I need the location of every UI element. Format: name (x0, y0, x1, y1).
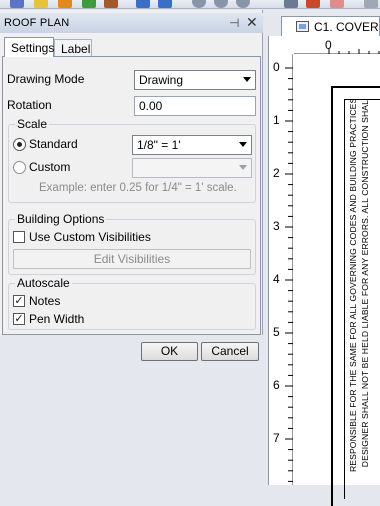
custom-label: Custom (29, 160, 71, 174)
zoom-out-icon[interactable] (236, 0, 250, 8)
cancel-button[interactable]: Cancel (201, 342, 259, 361)
pin-icon[interactable]: ⊣ (229, 16, 239, 30)
eraser-icon[interactable] (330, 0, 344, 8)
building-options-title: Building Options (15, 212, 107, 226)
standard-radio[interactable] (13, 138, 26, 151)
standard-scale-value: 1/8" = 1' (137, 138, 181, 152)
ruler-h-ticks (328, 48, 380, 54)
horizontal-ruler: 0 (294, 36, 380, 54)
save-icon[interactable] (10, 0, 24, 8)
ruler-v-ticks (285, 67, 293, 482)
drawing-mode-select[interactable]: Drawing (134, 70, 256, 90)
pan-icon[interactable] (284, 0, 298, 8)
edit-visibilities-button[interactable]: Edit Visibilities (13, 249, 251, 269)
scale-group-title: Scale (15, 117, 50, 131)
drawing-mode-value: Drawing (139, 73, 184, 87)
tab-cover-sheet[interactable]: C1. COVER SH (281, 16, 380, 36)
notes-checkbox[interactable]: ✓ (13, 295, 25, 307)
note-line: RESPONSIBLE FOR THE SAME FOR ALL GOVERNI… (348, 100, 358, 472)
scale-hint: Example: enter 0.25 for 1/4" = 1' scale. (39, 182, 237, 194)
tab-cover-sheet-label: C1. COVER SH (314, 20, 380, 34)
custom-scale-select[interactable] (132, 158, 252, 178)
building-options-group: Building Options Use Custom Visibilities… (8, 212, 256, 275)
more-icon[interactable] (364, 0, 378, 8)
settings-tab-body: Drawing Mode Drawing Rotation 0.00 Scale… (2, 56, 261, 335)
general-notes-text: RESPONSIBLE FOR THE SAME FOR ALL GOVERNI… (347, 100, 377, 472)
standard-label: Standard (29, 137, 78, 151)
standard-scale-select[interactable]: 1/8" = 1' (132, 135, 252, 155)
note-line: DESIGNER SHALL NOT BE HELD LIABLE FOR AN… (360, 100, 370, 468)
chevron-down-icon (239, 142, 247, 147)
rotation-label: Rotation (7, 98, 52, 112)
ok-button[interactable]: OK (141, 342, 198, 361)
autoscale-title: Autoscale (15, 276, 72, 290)
pen-width-label: Pen Width (29, 312, 85, 326)
pen-width-checkbox[interactable]: ✓ (13, 313, 25, 325)
general-notes-area: RESPONSIBLE FOR THE SAME FOR ALL GOVERNI… (345, 100, 380, 485)
use-custom-visibilities-label: Use Custom Visibilities (29, 230, 151, 244)
tab-settings[interactable]: Settings (4, 37, 54, 57)
panel-title: ROOF PLAN (4, 17, 70, 29)
layout-page-icon (296, 21, 309, 32)
chevron-down-icon (239, 165, 247, 170)
notes-label: Notes (29, 294, 61, 308)
zoom-icon[interactable] (192, 0, 206, 8)
scale-group: Scale Standard 1/8" = 1' Custom Example:… (8, 117, 256, 203)
warning-icon[interactable] (58, 0, 72, 8)
roof-plan-panel: ROOF PLAN ⊣ ✕ Settings Label Drawing Mod… (0, 10, 263, 361)
close-icon[interactable]: ✕ (246, 14, 258, 31)
redo-icon[interactable] (158, 0, 172, 8)
tool-icon[interactable] (306, 0, 320, 8)
zoom-in-icon[interactable] (214, 0, 228, 8)
autoscale-group: Autoscale ✓ Notes ✓ Pen Width (8, 276, 256, 330)
vertical-ruler: 0 1 2 3 4 5 6 7 (269, 54, 293, 485)
panel-title-bar: ROOF PLAN ⊣ ✕ (0, 13, 263, 33)
rotation-input[interactable]: 0.00 (134, 96, 256, 116)
custom-radio[interactable] (13, 161, 26, 174)
pencil-icon[interactable] (104, 0, 118, 8)
tree-icon[interactable] (82, 0, 96, 8)
use-custom-visibilities-checkbox[interactable] (13, 231, 25, 243)
drawing-mode-label: Drawing Mode (7, 72, 85, 86)
chevron-down-icon (243, 77, 251, 82)
main-toolbar (0, 0, 380, 9)
undo-icon[interactable] (136, 0, 150, 8)
open-icon[interactable] (34, 0, 48, 8)
tab-label[interactable]: Label (54, 39, 92, 57)
